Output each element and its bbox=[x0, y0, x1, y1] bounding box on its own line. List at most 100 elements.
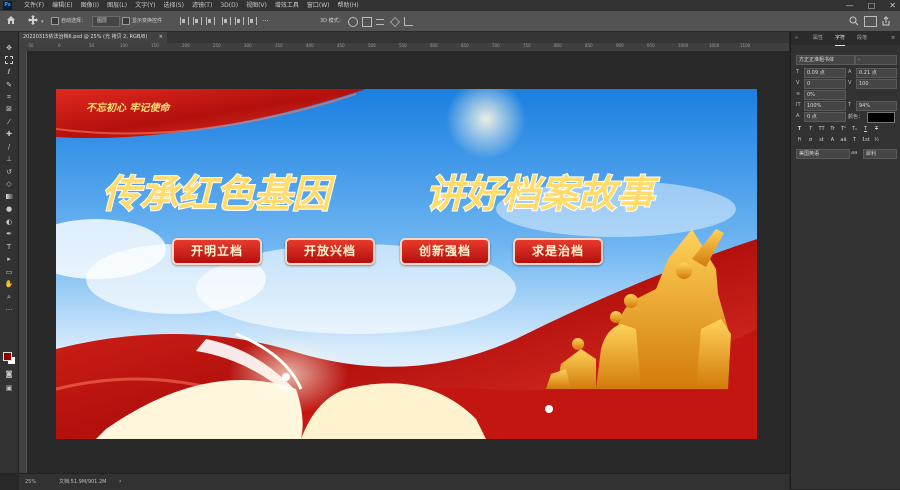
slide-3d-icon[interactable] bbox=[390, 17, 400, 27]
underline-button[interactable]: T bbox=[862, 126, 869, 133]
old-style-button[interactable]: σ bbox=[807, 137, 814, 144]
zoom-tool-icon[interactable]: ⌕ bbox=[4, 293, 14, 302]
font-size-field[interactable]: 0.09 点 bbox=[804, 68, 846, 78]
fractions-button[interactable]: ½ bbox=[873, 137, 880, 144]
faux-italic-button[interactable]: T bbox=[807, 126, 814, 133]
magic-wand-icon[interactable]: ✎ bbox=[4, 81, 14, 90]
tab-properties[interactable]: 属性 bbox=[813, 32, 823, 45]
menu-file[interactable]: 文件(F) bbox=[20, 0, 48, 11]
blur-tool-icon[interactable]: ● bbox=[4, 205, 14, 214]
more-options-button[interactable]: ··· bbox=[262, 11, 269, 31]
quick-mask-icon[interactable]: ◙ bbox=[4, 370, 14, 379]
menu-view[interactable]: 视图(V) bbox=[242, 0, 271, 11]
type-tool-icon[interactable]: T bbox=[4, 243, 14, 252]
panel-menu-icon[interactable]: ≡ bbox=[891, 32, 895, 45]
stamp-tool-icon[interactable]: ⊥ bbox=[4, 155, 14, 164]
menu-edit[interactable]: 编辑(E) bbox=[48, 0, 76, 11]
horizontal-scale-field[interactable]: 94% bbox=[856, 101, 897, 111]
zoom-level[interactable]: 25% bbox=[25, 474, 36, 490]
align-right-icon[interactable] bbox=[206, 17, 215, 25]
all-caps-button[interactable]: TT bbox=[818, 126, 825, 133]
photoshop-logo[interactable]: Ps bbox=[3, 1, 12, 10]
menu-type[interactable]: 文字(Y) bbox=[131, 0, 159, 11]
titling-alternates-button[interactable]: aā bbox=[840, 137, 847, 144]
menu-help[interactable]: 帮助(H) bbox=[334, 0, 363, 11]
document-tab[interactable]: 20220315依法治档6.psd @ 25% (光 拷贝 2, RGB/8) … bbox=[19, 32, 167, 43]
leading-field[interactable]: 0.21 点 bbox=[856, 68, 897, 78]
ordinals-st-button[interactable]: 1st bbox=[862, 137, 870, 144]
history-brush-icon[interactable]: ↺ bbox=[4, 168, 14, 177]
eraser-tool-icon[interactable]: ◇ bbox=[4, 180, 14, 189]
ligatures-button[interactable]: fi bbox=[796, 137, 803, 144]
align-center-icon[interactable] bbox=[193, 17, 202, 25]
frame-tool-icon[interactable]: ⊠ bbox=[4, 105, 14, 114]
eyedropper-icon[interactable]: ⁄ bbox=[4, 118, 14, 127]
workspace-icon[interactable] bbox=[864, 16, 877, 27]
screen-mode-icon[interactable]: ▣ bbox=[4, 384, 14, 393]
text-color-swatch[interactable] bbox=[867, 112, 895, 123]
pan-3d-icon[interactable] bbox=[376, 19, 384, 25]
align-left-icon[interactable] bbox=[180, 17, 189, 25]
minimize-button[interactable]: — bbox=[846, 0, 854, 11]
language-select[interactable]: 美国英语 bbox=[796, 149, 850, 159]
path-select-icon[interactable]: ▸ bbox=[4, 255, 14, 264]
move-tool-icon[interactable]: ✥ bbox=[4, 44, 14, 53]
chevron-down-icon[interactable]: ▾ bbox=[41, 19, 44, 25]
document-canvas[interactable]: 不忘初心 牢记使命 传承红色基因 讲好档案故事 开明立档 开放兴档 创新强档 求… bbox=[56, 89, 757, 439]
more-tools-icon[interactable]: ··· bbox=[4, 306, 14, 315]
auto-select-dropdown[interactable]: 图层 bbox=[92, 16, 120, 27]
stylistic-alternates-button[interactable]: A bbox=[829, 137, 836, 144]
crop-tool-icon[interactable]: ⌗ bbox=[4, 93, 14, 102]
maximize-button[interactable]: □ bbox=[868, 0, 876, 11]
font-family-select[interactable]: 方正正准粗书体 bbox=[796, 55, 855, 65]
menu-layer[interactable]: 图层(L) bbox=[103, 0, 131, 11]
tab-paragraph[interactable]: 段落 bbox=[857, 32, 867, 45]
tsume-field[interactable]: 0% bbox=[804, 90, 846, 100]
dodge-tool-icon[interactable]: ◐ bbox=[4, 218, 14, 227]
marquee-tool-icon[interactable] bbox=[4, 56, 14, 65]
align-middle-icon[interactable] bbox=[235, 17, 244, 25]
menu-image[interactable]: 图像(I) bbox=[77, 0, 103, 11]
align-top-icon[interactable] bbox=[222, 17, 231, 25]
menu-select[interactable]: 选择(S) bbox=[159, 0, 188, 11]
orbit-3d-icon[interactable] bbox=[348, 17, 358, 27]
menu-filter[interactable]: 滤镜(T) bbox=[188, 0, 216, 11]
hand-tool-icon[interactable]: ✋ bbox=[4, 280, 14, 289]
foreground-color-swatch[interactable] bbox=[3, 352, 12, 361]
status-menu-arrow-icon[interactable]: › bbox=[119, 474, 121, 490]
antialias-select[interactable]: 犀利 bbox=[863, 149, 897, 159]
font-style-select[interactable]: - bbox=[855, 55, 897, 65]
subscript-button[interactable]: T₁ bbox=[851, 126, 858, 133]
show-transform-checkbox[interactable] bbox=[122, 17, 130, 25]
small-caps-button[interactable]: Tr bbox=[829, 126, 836, 133]
strikethrough-button[interactable]: T bbox=[873, 126, 880, 133]
document-size[interactable]: 文档:51.9M/901.2M bbox=[59, 474, 106, 490]
swash-button[interactable]: st bbox=[818, 137, 825, 144]
rectangle-tool-icon[interactable]: ▭ bbox=[4, 268, 14, 277]
close-tab-icon[interactable]: × bbox=[159, 32, 163, 43]
gradient-tool-icon[interactable] bbox=[4, 193, 14, 202]
roll-3d-icon[interactable] bbox=[362, 17, 372, 27]
panel-collapse-icon[interactable]: » bbox=[795, 32, 798, 45]
vertical-scale-field[interactable]: 100% bbox=[804, 101, 846, 111]
tracking-field[interactable]: 100 bbox=[856, 79, 897, 89]
kerning-field[interactable]: 0 bbox=[804, 79, 846, 89]
share-icon[interactable] bbox=[881, 16, 891, 26]
baseline-shift-field[interactable]: 0 点 bbox=[804, 112, 846, 122]
home-icon[interactable] bbox=[6, 15, 16, 25]
close-button[interactable]: ✕ bbox=[889, 0, 896, 11]
brush-tool-icon[interactable]: ∕ bbox=[4, 143, 14, 152]
menu-plugins[interactable]: 增效工具 bbox=[271, 0, 303, 11]
auto-select-checkbox[interactable] bbox=[51, 17, 59, 25]
lasso-tool-icon[interactable]: ℓ bbox=[4, 68, 14, 77]
menu-window[interactable]: 窗口(W) bbox=[303, 0, 334, 11]
faux-bold-button[interactable]: T bbox=[796, 126, 803, 133]
menu-3d[interactable]: 3D(D) bbox=[216, 0, 242, 11]
pen-tool-icon[interactable]: ✒ bbox=[4, 230, 14, 239]
search-icon[interactable] bbox=[849, 16, 859, 26]
align-bottom-icon[interactable] bbox=[248, 17, 257, 25]
ordinals-button[interactable]: T bbox=[851, 137, 858, 144]
healing-brush-icon[interactable]: ✚ bbox=[4, 130, 14, 139]
scale-3d-icon[interactable] bbox=[404, 17, 413, 26]
move-tool-icon[interactable] bbox=[28, 15, 38, 25]
